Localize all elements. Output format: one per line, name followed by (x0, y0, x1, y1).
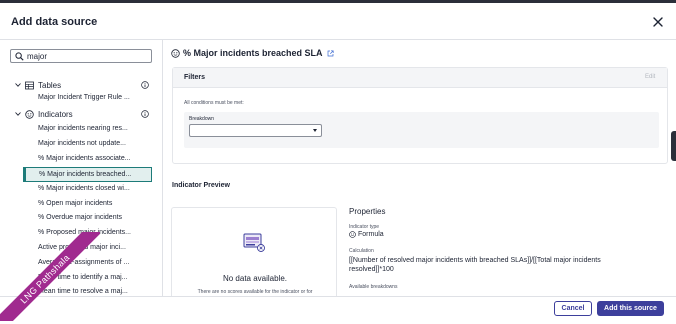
search-box[interactable] (10, 49, 152, 63)
indicator-type-value-row: Formula (349, 231, 384, 238)
tables-label: Tables (38, 80, 62, 90)
indicator-item[interactable]: % Major incidents closed wi... (38, 183, 148, 195)
info-icon[interactable] (141, 81, 149, 89)
indicator-preview-label: Indicator Preview (172, 182, 230, 189)
properties-title: Properties (349, 207, 386, 216)
add-this-source-button[interactable]: Add this source (597, 301, 664, 316)
dialog-title: Add data source (11, 16, 98, 28)
breakdown-label: Breakdown (189, 116, 215, 122)
indicator-item[interactable]: % Major incidents associate... (38, 153, 148, 165)
indicator-type-label: Indicator type (349, 224, 380, 230)
breakdown-container: Breakdown (184, 112, 659, 148)
indicator-item[interactable]: % Open major incidents (38, 198, 148, 210)
formula-indicator-icon (171, 48, 180, 58)
no-data-chart-icon (243, 233, 265, 252)
edit-filters-button[interactable]: Edit (645, 74, 655, 80)
table-item[interactable]: Major Incident Trigger Rule ... (38, 92, 148, 104)
indicator-item[interactable]: % Overdue major incidents (38, 212, 148, 224)
no-data-message: No data available. (222, 274, 288, 283)
indicator-icon (25, 109, 34, 119)
tree-group-indicators[interactable]: Indicators (14, 108, 73, 120)
indicator-type-value: Formula (358, 231, 384, 238)
close-icon[interactable] (651, 15, 665, 29)
caret-down-icon (313, 129, 317, 132)
source-tree-panel: Tables Major Incident Trigger Rule ... I… (0, 40, 163, 296)
info-icon[interactable] (141, 110, 149, 118)
chevron-down-icon[interactable] (14, 81, 22, 89)
filters-card: Filters Edit All conditions must be met:… (172, 67, 668, 164)
breakdown-select[interactable] (189, 124, 322, 137)
indicator-title: % Major incidents breached SLA (183, 48, 323, 58)
indicator-item[interactable]: Mean time to identify a maj... (38, 272, 148, 284)
indicator-item[interactable]: Major incidents nearing res... (38, 123, 148, 135)
calculation-value: [[Number of resolved major incidents wit… (349, 257, 601, 273)
table-icon (25, 81, 34, 89)
no-data-subtext: There are no scores available for the in… (197, 289, 313, 295)
indicator-item[interactable]: Average re-assignments of ... (38, 257, 148, 269)
filters-label: Filters (184, 74, 206, 81)
indicators-label: Indicators (38, 109, 73, 119)
side-panel-tab[interactable] (671, 131, 676, 161)
indicator-item[interactable]: Mean time to resolve a maj... (38, 286, 148, 296)
indicator-item[interactable]: Active proposed major inci... (38, 242, 148, 254)
conditions-text: All conditions must be met: (184, 100, 244, 106)
external-link-icon[interactable] (327, 49, 334, 57)
preview-card: No data available. There are no scores a… (171, 207, 337, 299)
calculation-label: Calculation (349, 248, 374, 254)
indicator-detail-panel: % Major incidents breached SLA Filters E… (164, 40, 676, 299)
indicator-title-row: % Major incidents breached SLA (171, 48, 334, 58)
available-breakdowns-label: Available breakdowns (349, 284, 398, 290)
formula-icon (349, 231, 356, 238)
cancel-button[interactable]: Cancel (554, 301, 592, 316)
search-input[interactable] (27, 50, 149, 62)
filters-header: Filters Edit (173, 68, 667, 88)
search-icon (15, 52, 24, 61)
chevron-down-icon[interactable] (14, 110, 22, 118)
indicator-item[interactable]: Major incidents not update... (38, 138, 148, 150)
indicator-item-selected[interactable]: % Major incidents breached... (23, 167, 152, 182)
dialog-footer: Cancel Add this source (0, 297, 676, 324)
indicator-item[interactable]: % Proposed major incidents... (38, 227, 148, 239)
tree-group-tables[interactable]: Tables (14, 79, 61, 91)
add-data-source-dialog: Add data source Tables Major Incident Tr… (0, 3, 676, 324)
